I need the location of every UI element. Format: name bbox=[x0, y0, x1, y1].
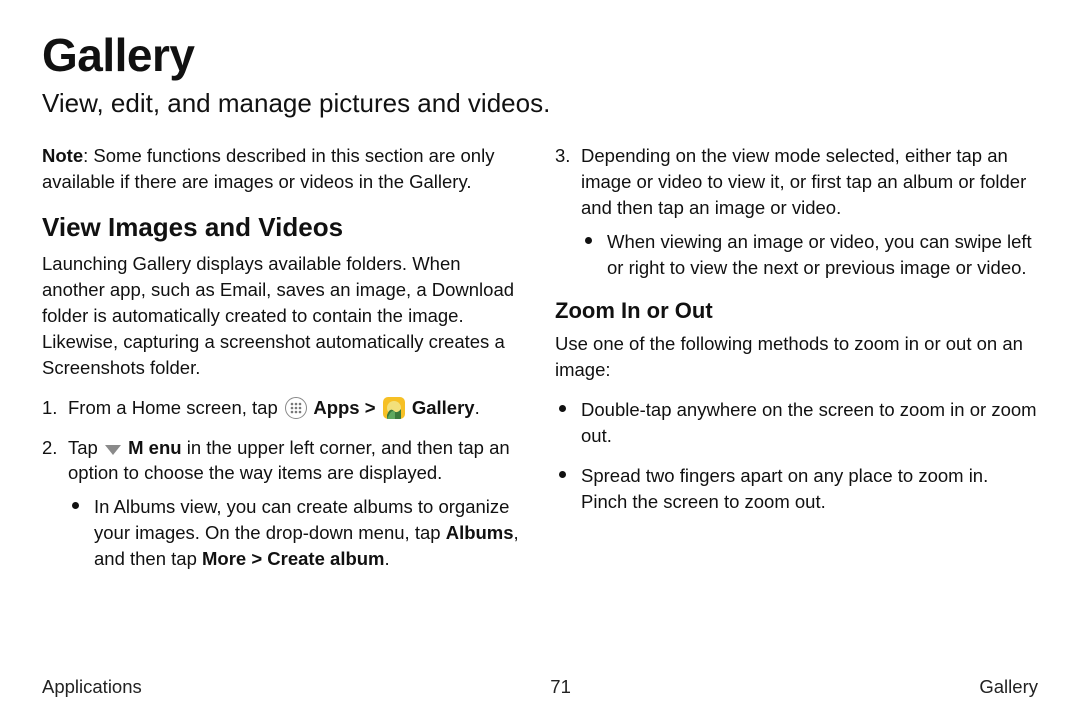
steps-list: From a Home screen, tap Apps > Gallery. … bbox=[42, 395, 525, 572]
step2-sub-more-create: More > Create album bbox=[202, 548, 385, 569]
note-block: Note: Some functions described in this s… bbox=[42, 143, 525, 195]
zoom-bullet-1: Double‑tap anywhere on the screen to zoo… bbox=[559, 397, 1038, 449]
step-3: Depending on the view mode selected, eit… bbox=[555, 143, 1038, 280]
view-intro-paragraph: Launching Gallery displays available fol… bbox=[42, 251, 525, 380]
step3-text: Depending on the view mode selected, eit… bbox=[581, 145, 1026, 218]
step1-end: . bbox=[475, 397, 480, 418]
content-columns: Note: Some functions described in this s… bbox=[42, 143, 1038, 586]
page-footer: Applications 71 Gallery bbox=[0, 676, 1080, 698]
step2-sub-albums: Albums bbox=[446, 522, 514, 543]
step3-sub-item: When viewing an image or video, you can … bbox=[585, 229, 1038, 281]
footer-page-number: 71 bbox=[550, 676, 571, 698]
step2-sublist: In Albums view, you can create albums to… bbox=[72, 494, 525, 572]
step2-pre: Tap bbox=[68, 437, 103, 458]
step1-apps-label: Apps bbox=[309, 397, 360, 418]
gallery-icon bbox=[383, 397, 405, 419]
subsection-heading-zoom: Zoom In or Out bbox=[555, 296, 1038, 327]
page-body: Gallery View, edit, and manage pictures … bbox=[0, 0, 1080, 586]
zoom-bullets: Double‑tap anywhere on the screen to zoo… bbox=[559, 397, 1038, 515]
step-1: From a Home screen, tap Apps > Gallery. bbox=[42, 395, 525, 421]
menu-dropdown-icon bbox=[105, 445, 121, 455]
step1-separator: > bbox=[360, 397, 381, 418]
step2-sub-end: . bbox=[385, 548, 390, 569]
note-label: Note bbox=[42, 145, 83, 166]
zoom-intro-paragraph: Use one of the following methods to zoom… bbox=[555, 331, 1038, 383]
footer-right: Gallery bbox=[979, 676, 1038, 698]
step3-sublist: When viewing an image or video, you can … bbox=[585, 229, 1038, 281]
step2-sub-item: In Albums view, you can create albums to… bbox=[72, 494, 525, 572]
column-left: Note: Some functions described in this s… bbox=[42, 143, 525, 586]
step1-gallery-label: Gallery bbox=[407, 397, 475, 418]
step2-menu-label: M enu bbox=[123, 437, 182, 458]
apps-icon bbox=[285, 397, 307, 419]
column-right: Depending on the view mode selected, eit… bbox=[555, 143, 1038, 586]
step1-pre: From a Home screen, tap bbox=[68, 397, 283, 418]
page-title: Gallery bbox=[42, 28, 1038, 82]
note-body: : Some functions described in this secti… bbox=[42, 145, 494, 192]
zoom-bullet-2: Spread two fingers apart on any place to… bbox=[559, 463, 1038, 515]
section-heading-view: View Images and Videos bbox=[42, 209, 525, 245]
page-subtitle: View, edit, and manage pictures and vide… bbox=[42, 88, 1038, 119]
steps-list-continued: Depending on the view mode selected, eit… bbox=[555, 143, 1038, 280]
footer-left: Applications bbox=[42, 676, 142, 698]
step-2: Tap M enu in the upper left corner, and … bbox=[42, 435, 525, 572]
